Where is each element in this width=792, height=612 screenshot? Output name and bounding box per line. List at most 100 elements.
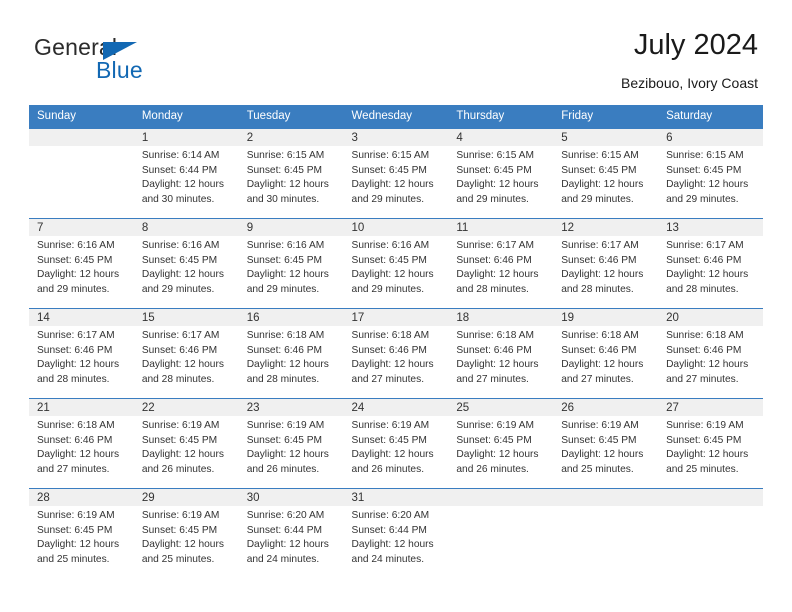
calendar-day-cell[interactable]: 14 Sunrise: 6:17 AM Sunset: 6:46 PM Dayligh…	[29, 309, 134, 398]
calendar-day-cell[interactable]: 24 Sunrise: 6:19 AM Sunset: 6:45 PM Dayligh…	[343, 399, 449, 488]
calendar-day-cell[interactable]: 6 Sunrise: 6:15 AM Sunset: 6:45 PM Daylight…	[658, 129, 763, 218]
day-number	[29, 129, 134, 146]
calendar-day-cell[interactable]: 21 Sunrise: 6:18 AM Sunset: 6:46 PM Dayligh…	[29, 399, 134, 488]
weekday-header-wednesday: Wednesday	[351, 110, 413, 122]
calendar-day-cell[interactable]: 26 Sunrise: 6:19 AM Sunset: 6:45 PM Dayligh…	[553, 399, 659, 488]
calendar-day-cell[interactable]: 16 Sunrise: 6:18 AM Sunset: 6:46 PM Dayligh…	[238, 309, 344, 398]
calendar-day-cell[interactable]: 30 Sunrise: 6:20 AM Sunset: 6:44 PM Dayligh…	[238, 489, 344, 578]
calendar-day-cell[interactable]: 3 Sunrise: 6:15 AM Sunset: 6:45 PM Daylight…	[343, 129, 449, 218]
calendar-day-cell[interactable]: 17 Sunrise: 6:18 AM Sunset: 6:46 PM Dayligh…	[343, 309, 449, 398]
day-sun-info: Sunrise: 6:20 AM Sunset: 6:44 PM Daylight:…	[344, 506, 449, 567]
day-daylight-line2-text: and 29 minutes.	[246, 283, 320, 295]
day-daylight-line2-text: and 26 minutes.	[246, 463, 320, 475]
day-sunrise-text: Sunrise: 6:17 AM	[666, 240, 744, 251]
day-daylight-line1-text: Daylight: 12 hours	[351, 449, 434, 461]
logo-text-blue: Blue	[96, 57, 143, 83]
day-daylight-line2-text: and 29 minutes.	[141, 283, 215, 295]
day-sunrise-text: Sunrise: 6:17 AM	[37, 330, 115, 341]
day-daylight-line2-text: and 28 minutes.	[246, 373, 320, 385]
day-daylight-line2-text: and 24 minutes.	[351, 553, 425, 565]
calendar-day-cell[interactable]: 19 Sunrise: 6:18 AM Sunset: 6:46 PM Dayligh…	[553, 309, 659, 398]
day-sun-info: Sunrise: 6:19 AM Sunset: 6:45 PM Daylight:…	[29, 506, 134, 567]
day-number: 22	[133, 399, 239, 416]
day-sunrise-text: Sunrise: 6:16 AM	[37, 240, 115, 251]
calendar-day-cell[interactable]: 11 Sunrise: 6:17 AM Sunset: 6:46 PM Dayligh…	[448, 219, 554, 308]
day-number: 5	[553, 129, 659, 146]
day-sunrise-text: Sunrise: 6:16 AM	[141, 240, 220, 251]
day-sunset-text: Sunset: 6:45 PM	[351, 434, 427, 446]
day-number	[658, 489, 763, 506]
day-sunrise-text: Sunrise: 6:17 AM	[456, 240, 534, 251]
day-daylight-line2-text: and 27 minutes.	[37, 463, 110, 475]
calendar-day-cell-empty	[448, 489, 554, 578]
calendar-day-cell[interactable]: 10 Sunrise: 6:16 AM Sunset: 6:45 PM Dayligh…	[343, 219, 449, 308]
day-sunrise-text: Sunrise: 6:15 AM	[351, 150, 430, 161]
day-sunset-text: Sunset: 6:46 PM	[37, 434, 113, 446]
calendar-day-cell[interactable]: 18 Sunrise: 6:18 AM Sunset: 6:46 PM Dayligh…	[448, 309, 554, 398]
day-number: 6	[658, 129, 763, 146]
calendar-day-cell[interactable]: 23 Sunrise: 6:19 AM Sunset: 6:45 PM Dayligh…	[238, 399, 344, 488]
calendar-day-cell[interactable]: 25 Sunrise: 6:19 AM Sunset: 6:45 PM Dayligh…	[448, 399, 554, 488]
day-daylight-line2-text: and 27 minutes.	[456, 373, 529, 385]
day-daylight-line2-text: and 26 minutes.	[141, 463, 215, 475]
calendar-day-cell[interactable]: 2 Sunrise: 6:15 AM Sunset: 6:45 PM Daylight…	[238, 129, 344, 218]
weekday-header-monday: Monday	[141, 110, 183, 122]
calendar-week-row: 28 Sunrise: 6:19 AM Sunset: 6:45 PM Dayligh…	[29, 488, 763, 578]
day-number: 12	[553, 219, 659, 236]
day-daylight-line2-text: and 25 minutes.	[666, 463, 739, 475]
calendar-day-cell[interactable]: 13 Sunrise: 6:17 AM Sunset: 6:46 PM Dayligh…	[658, 219, 763, 308]
day-daylight-line1-text: Daylight: 12 hours	[666, 449, 749, 461]
calendar-day-cell[interactable]: 12 Sunrise: 6:17 AM Sunset: 6:46 PM Dayligh…	[553, 219, 659, 308]
day-sunrise-text: Sunrise: 6:15 AM	[666, 150, 744, 161]
day-sunrise-text: Sunrise: 6:19 AM	[456, 420, 534, 431]
day-daylight-line2-text: and 27 minutes.	[561, 373, 634, 385]
day-sun-info: Sunrise: 6:17 AM Sunset: 6:46 PM Daylight:…	[134, 326, 239, 387]
day-number: 25	[448, 399, 554, 416]
calendar-day-cell[interactable]: 28 Sunrise: 6:19 AM Sunset: 6:45 PM Dayligh…	[29, 489, 134, 578]
calendar-day-cell[interactable]: 29 Sunrise: 6:19 AM Sunset: 6:45 PM Dayligh…	[133, 489, 239, 578]
page-title: July 2024	[633, 29, 758, 61]
calendar-day-cell[interactable]: 8 Sunrise: 6:16 AM Sunset: 6:45 PM Daylight…	[133, 219, 239, 308]
day-sunrise-text: Sunrise: 6:19 AM	[246, 420, 325, 431]
day-sun-info: Sunrise: 6:18 AM Sunset: 6:46 PM Daylight:…	[239, 326, 344, 387]
weekday-header-saturday: Saturday	[666, 110, 713, 122]
calendar-day-cell[interactable]: 31 Sunrise: 6:20 AM Sunset: 6:44 PM Dayligh…	[343, 489, 449, 578]
day-number: 9	[238, 219, 344, 236]
calendar-grid: Sunday Monday Tuesday Wednesday Thursday Frid…	[29, 105, 763, 578]
day-sunset-text: Sunset: 6:45 PM	[246, 254, 323, 266]
day-number: 7	[29, 219, 134, 236]
day-sunset-text: Sunset: 6:45 PM	[561, 434, 637, 446]
day-number: 18	[448, 309, 554, 326]
day-sun-info: Sunrise: 6:15 AM Sunset: 6:45 PM Daylight:…	[658, 146, 763, 207]
calendar-day-cell[interactable]: 5 Sunrise: 6:15 AM Sunset: 6:45 PM Daylight…	[553, 129, 659, 218]
calendar-day-cell[interactable]: 1 Sunrise: 6:14 AM Sunset: 6:44 PM Daylight…	[133, 129, 239, 218]
day-daylight-line2-text: and 30 minutes.	[246, 193, 320, 205]
day-daylight-line2-text: and 28 minutes.	[666, 283, 739, 295]
day-number: 1	[133, 129, 239, 146]
calendar-day-cell[interactable]: 7 Sunrise: 6:16 AM Sunset: 6:45 PM Daylight…	[29, 219, 134, 308]
day-sun-info: Sunrise: 6:19 AM Sunset: 6:45 PM Daylight:…	[448, 416, 553, 477]
day-sunset-text: Sunset: 6:45 PM	[561, 164, 637, 176]
calendar-day-cell[interactable]: 4 Sunrise: 6:15 AM Sunset: 6:45 PM Daylight…	[448, 129, 554, 218]
calendar-day-cell[interactable]: 15 Sunrise: 6:17 AM Sunset: 6:46 PM Dayligh…	[133, 309, 239, 398]
day-sun-info: Sunrise: 6:17 AM Sunset: 6:46 PM Daylight:…	[658, 236, 763, 297]
day-number: 13	[658, 219, 763, 236]
day-number: 19	[553, 309, 659, 326]
day-sun-info: Sunrise: 6:17 AM Sunset: 6:46 PM Daylight:…	[448, 236, 553, 297]
day-daylight-line2-text: and 26 minutes.	[456, 463, 529, 475]
calendar-day-cell[interactable]: 22 Sunrise: 6:19 AM Sunset: 6:45 PM Dayligh…	[133, 399, 239, 488]
day-daylight-line1-text: Daylight: 12 hours	[141, 449, 224, 461]
day-daylight-line1-text: Daylight: 12 hours	[141, 359, 224, 371]
day-sunset-text: Sunset: 6:45 PM	[141, 434, 218, 446]
calendar-day-cell[interactable]: 27 Sunrise: 6:19 AM Sunset: 6:45 PM Dayligh…	[658, 399, 763, 488]
weekday-header-thursday: Thursday	[456, 110, 505, 122]
day-sunrise-text: Sunrise: 6:19 AM	[666, 420, 744, 431]
general-blue-logo[interactable]: General Blue	[34, 34, 224, 86]
day-number: 16	[238, 309, 344, 326]
day-daylight-line2-text: and 28 minutes.	[37, 373, 110, 385]
calendar-day-cell[interactable]: 20 Sunrise: 6:18 AM Sunset: 6:46 PM Dayligh…	[658, 309, 763, 398]
day-sunset-text: Sunset: 6:45 PM	[37, 254, 113, 266]
day-number: 21	[29, 399, 134, 416]
calendar-day-cell[interactable]: 9 Sunrise: 6:16 AM Sunset: 6:45 PM Daylight…	[238, 219, 344, 308]
day-daylight-line2-text: and 28 minutes.	[141, 373, 215, 385]
